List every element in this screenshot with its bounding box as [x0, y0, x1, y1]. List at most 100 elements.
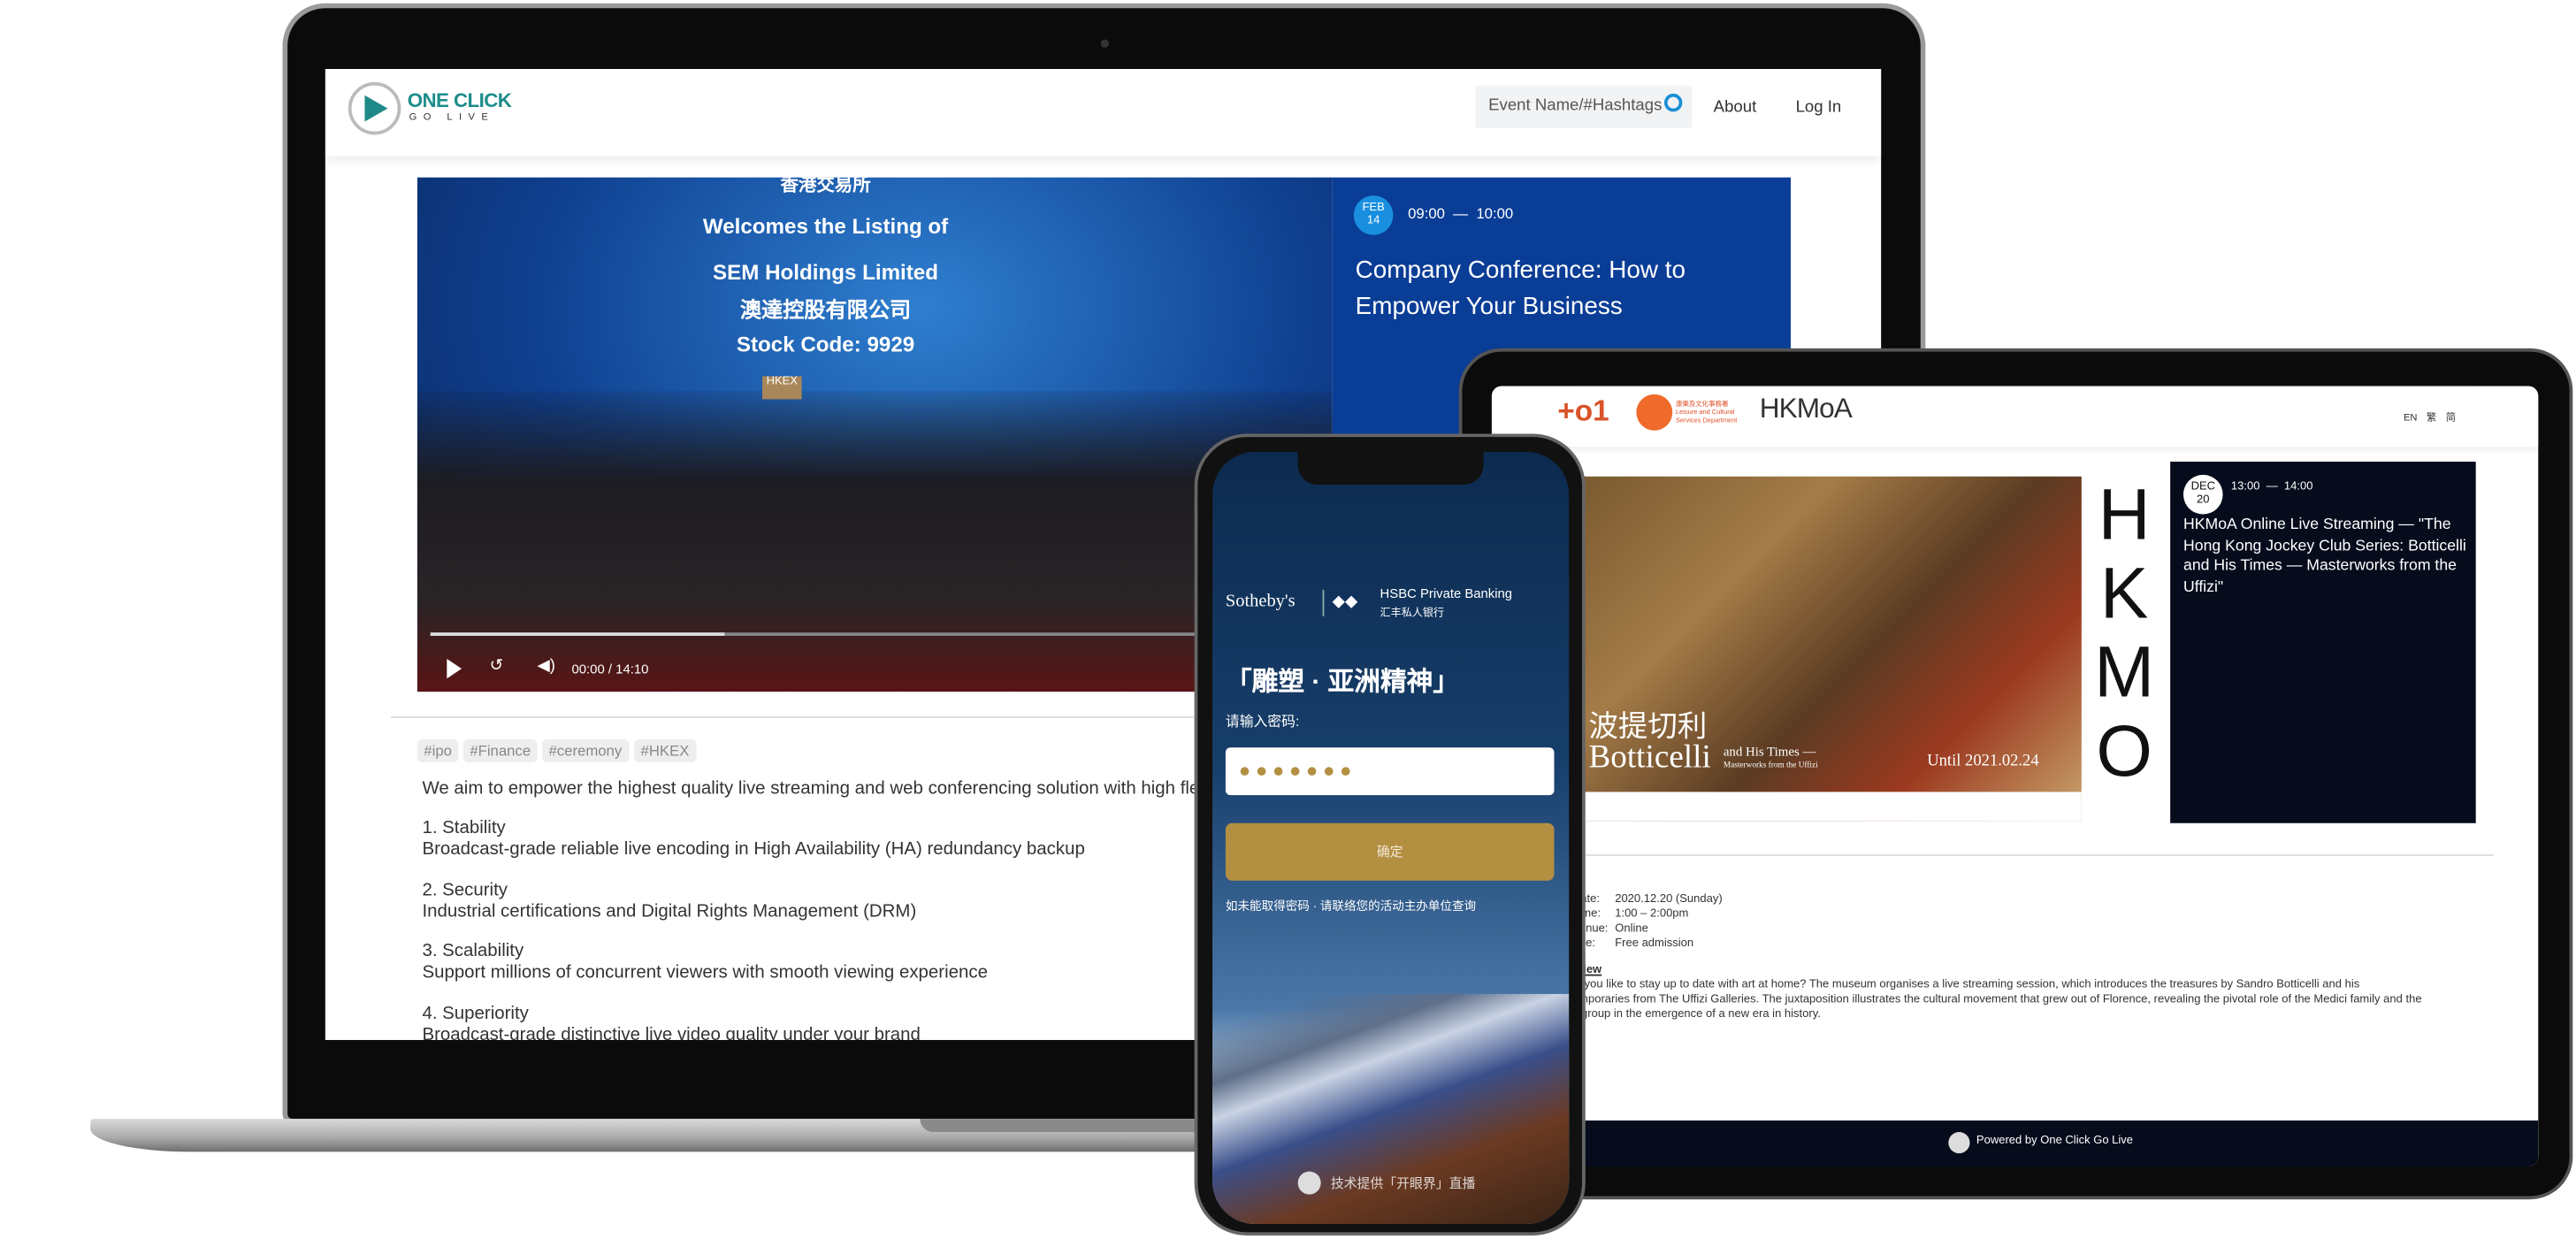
event-info-panel: DEC 20 13:00 — 14:00 HKMoA Online Live St…	[2170, 462, 2476, 823]
phone-screen: Sotheby's ◆◆ HSBC Private Banking 汇丰私人银行…	[1212, 451, 1570, 1225]
overview-text: ti group in the emergence of a new era i…	[1571, 1008, 1821, 1021]
current-time: 00:00	[571, 662, 605, 677]
time-dash: —	[2266, 481, 2278, 493]
wordmark-letter: K	[2099, 554, 2149, 635]
lcsd-logo-icon	[1636, 394, 1673, 431]
date-month: FEB	[1362, 202, 1385, 214]
hsbc-hexagon-icon: ◆◆	[1332, 593, 1358, 612]
lang-tc[interactable]: 繁	[2427, 414, 2436, 424]
powered-by-text[interactable]: Powered by One Click Go Live	[1976, 1136, 2133, 1147]
poster-until-date: Until 2021.02.24	[1927, 752, 2039, 771]
overview-text: ld you like to stay up to date with art …	[1571, 979, 2360, 991]
description-intro: We aim to empower the highest quality li…	[422, 778, 1200, 799]
time-dash: —	[1453, 205, 1469, 222]
detail-value: Online	[1615, 923, 1648, 936]
hsbc-logo-cn: 汇丰私人银行	[1380, 608, 1445, 620]
detail-value: 2020.12.20 (Sunday)	[1615, 893, 1723, 906]
start-time: 13:00	[2230, 481, 2260, 493]
event-time: 09:00 — 10:00	[1408, 205, 1513, 222]
hkmoa-logo[interactable]: HKMoA	[1760, 393, 1853, 425]
event-title: HKMoA Online Live Streaming — "The Hong …	[2183, 516, 2466, 596]
wordmark-letter: O	[2096, 711, 2152, 792]
date-month: DEC	[2190, 481, 2216, 493]
detail-row: Fee:Free admission	[1572, 938, 1693, 952]
detail-row: Time: 1:00 – 2:00pm	[1572, 908, 1688, 922]
podium-sign: HKEX	[762, 376, 802, 400]
hk01-logo[interactable]: +o1	[1557, 394, 1609, 429]
date-badge: FEB 14	[1353, 195, 1394, 235]
date-day: 20	[2197, 494, 2210, 507]
feature-title: 3. Scalability	[422, 941, 524, 961]
password-input[interactable]: ●●●●●●●	[1225, 747, 1555, 796]
video-overlay-text: 澳達控股有限公司	[739, 297, 912, 323]
feature-title: 1. Stability	[422, 818, 506, 838]
start-time: 09:00	[1408, 205, 1445, 222]
rewind-10-icon[interactable]: ↺	[490, 657, 504, 675]
feature-text: Industrial certifications and Digital Ri…	[422, 901, 917, 922]
sponsor-strip	[1582, 792, 2082, 822]
detail-row: Date: 2020.12.20 (Sunday)	[1572, 894, 1723, 908]
language-switcher: EN 繁 简	[2404, 409, 2456, 424]
help-text: 如未能取得密码 · 请联络您的活动主办单位查询	[1225, 899, 1477, 914]
nav-about[interactable]: About	[1714, 98, 1757, 116]
event-title: Company Conference: How to Empower Your …	[1355, 256, 1685, 321]
video-time: 00:00 / 14:10	[572, 662, 649, 677]
tablet-header: +o1 康樂及文化事務署 Leisure and Cultural Servic…	[1491, 386, 2539, 447]
date-badge: DEC 20	[2183, 474, 2223, 515]
submit-button[interactable]: 确定	[1225, 822, 1555, 881]
date-day: 14	[1366, 215, 1380, 227]
wordmark-letter: M	[2094, 632, 2155, 714]
nav-login[interactable]: Log In	[1796, 98, 1842, 116]
hashtag-chip[interactable]: #Finance	[462, 739, 538, 763]
password-label: 请输入密码:	[1225, 713, 1300, 730]
end-time: 10:00	[1476, 205, 1514, 222]
detail-value: 1:00 – 2:00pm	[1615, 908, 1689, 921]
lang-sc[interactable]: 简	[2446, 414, 2456, 424]
divider	[1557, 854, 2495, 856]
hashtag-chip[interactable]: #ipo	[417, 739, 459, 763]
search-input[interactable]: Event Name/#Hashtags	[1475, 85, 1693, 128]
detail-value: Free admission	[1615, 937, 1694, 950]
phone-notch	[1297, 451, 1484, 486]
end-time: 14:00	[2283, 481, 2313, 493]
poster-title-en: Botticelli	[1588, 739, 1711, 776]
tablet-screen: +o1 康樂及文化事務署 Leisure and Cultural Servic…	[1491, 386, 2539, 1167]
feature-text: Support millions of concurrent viewers w…	[422, 962, 988, 983]
lcsd-logo-text: 康樂及文化事務署 Leisure and Cultural Services D…	[1675, 399, 1738, 424]
camera-icon	[1100, 39, 1110, 48]
event-time: 13:00 — 14:00	[2231, 481, 2313, 493]
play-icon	[364, 95, 388, 122]
video-progress-bar[interactable]	[430, 632, 1203, 636]
logo-text[interactable]: ONE CLICK	[408, 88, 512, 111]
hashtag-chip[interactable]: #ceremony	[542, 739, 629, 763]
poster-subtitle: Masterworks from the Uffizi	[1723, 762, 1818, 771]
video-overlay-text: Welcomes the Listing of	[702, 213, 949, 239]
overview-text: emporaries from The Uffizi Galleries. Th…	[1571, 993, 2422, 1006]
event-title: 「雕塑 · 亚洲精神」	[1225, 669, 1460, 697]
poster-image: 波提切利 Botticelli and His Times — Masterwo…	[1582, 476, 2082, 822]
video-overlay-text: Stock Code: 9929	[736, 332, 915, 357]
play-icon[interactable]	[447, 658, 462, 679]
feature-title: 4. Superiority	[422, 1004, 529, 1024]
hsbc-logo: HSBC Private Banking	[1380, 586, 1513, 601]
video-overlay-text: 香港交易所	[780, 177, 871, 196]
poster-subtitle: and His Times —	[1723, 744, 1816, 760]
logo-divider	[1322, 589, 1325, 616]
site-header: ONE CLICK GO LIVE Event Name/#Hashtags A…	[325, 69, 1882, 157]
powered-by-text: 技术提供「开眼界」直播	[1330, 1176, 1476, 1191]
feature-text: Broadcast-grade reliable live encoding i…	[422, 839, 1085, 860]
time-separator: /	[608, 662, 613, 677]
search-placeholder: Event Name/#Hashtags	[1488, 96, 1663, 116]
logo-icon	[1948, 1132, 1970, 1154]
logo-subtext: GO LIVE	[409, 113, 495, 124]
feature-title: 2. Security	[422, 880, 508, 901]
feature-text: Broadcast-grade distinctive live video q…	[422, 1025, 921, 1040]
hkmoa-vertical-wordmark: HKMO	[2091, 476, 2157, 792]
device-mockup: ONE CLICK GO LIVE Event Name/#Hashtags A…	[0, 0, 2576, 1239]
search-icon[interactable]	[1663, 93, 1683, 112]
tablet-footer: Powered by One Click Go Live	[1491, 1120, 2539, 1167]
hashtag-chip[interactable]: #HKEX	[634, 739, 696, 763]
volume-icon[interactable]: ◀)	[538, 657, 555, 675]
lang-en[interactable]: EN	[2404, 414, 2418, 424]
duration: 14:10	[615, 662, 649, 677]
